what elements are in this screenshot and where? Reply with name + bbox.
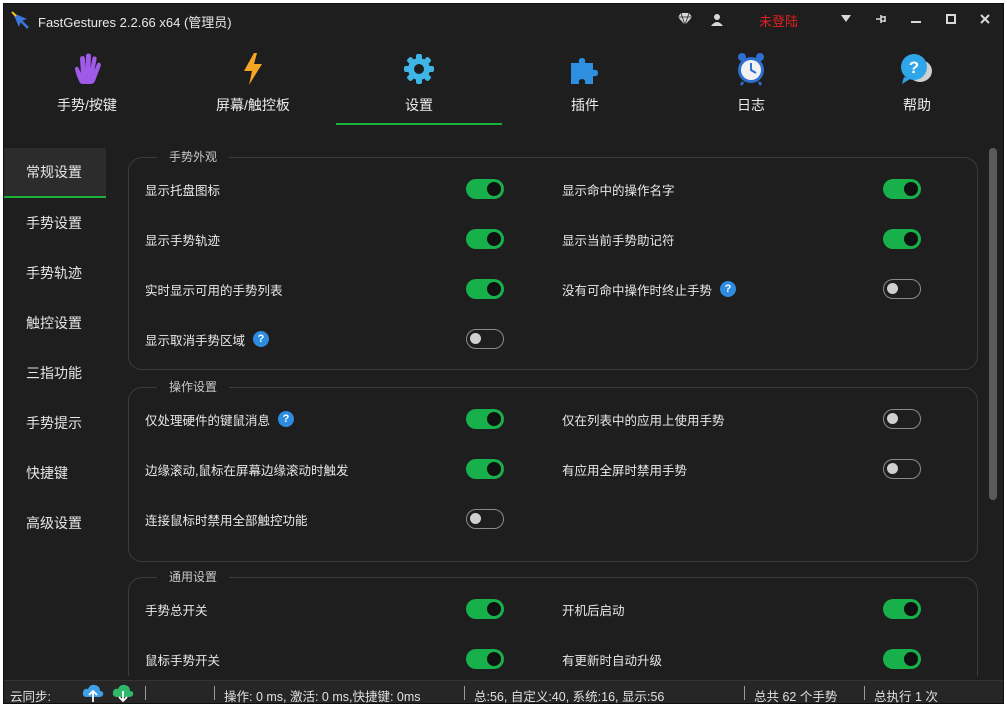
- setting-label: 仅处理硬件的键鼠消息?: [145, 409, 295, 429]
- divider: [864, 686, 865, 700]
- tab-label: 帮助: [903, 97, 931, 113]
- tab-label: 手势/按键: [57, 97, 117, 113]
- app-window: FastGestures 2.2.66 x64 (管理员) 未登陆 手势/按键 …: [3, 3, 1004, 704]
- setting-label: 鼠标手势开关: [145, 653, 221, 668]
- tab-label: 插件: [571, 97, 599, 113]
- group-title: 操作设置: [157, 379, 230, 395]
- scrollbar[interactable]: [989, 148, 997, 500]
- sidebar-item-hotkeys[interactable]: 快捷键: [4, 448, 106, 498]
- cloud-sync-label: 云同步:: [10, 690, 51, 704]
- toggle-switch[interactable]: [466, 409, 504, 429]
- toggle-switch[interactable]: [883, 599, 921, 619]
- sidebar-item-gesture-hints[interactable]: 手势提示: [4, 398, 106, 448]
- setting-label: 有应用全屏时禁用手势: [562, 463, 688, 478]
- setting-label: 显示托盘图标: [145, 183, 221, 198]
- toggle-switch[interactable]: [466, 509, 504, 529]
- divider: [464, 686, 465, 700]
- tab-label: 屏幕/触控板: [216, 97, 290, 113]
- setting-label: 显示手势轨迹: [145, 233, 221, 248]
- setting-label: 手势总开关: [145, 603, 208, 618]
- tab-gestures-keys[interactable]: 手势/按键: [4, 46, 170, 130]
- status-bar: 云同步: 操作: 0 ms, 激活: 0 ms,快捷键: 0ms 总:56, 自…: [4, 680, 1003, 704]
- tab-screen-touchpad[interactable]: 屏幕/触控板: [170, 46, 336, 130]
- toggle-switch[interactable]: [883, 279, 921, 299]
- dropdown-arrow-icon[interactable]: [835, 8, 857, 30]
- divider: [214, 686, 215, 700]
- hand-icon: [69, 51, 105, 87]
- toggle-switch[interactable]: [883, 179, 921, 199]
- app-logo-icon: [11, 11, 29, 29]
- help-icon[interactable]: ?: [253, 331, 270, 347]
- active-tab-indicator: [336, 123, 502, 125]
- cloud-upload-icon[interactable]: [82, 683, 104, 703]
- help-icon[interactable]: ?: [278, 411, 295, 427]
- toggle-switch[interactable]: [883, 409, 921, 429]
- app-title: FastGestures 2.2.66 x64 (管理员): [38, 15, 232, 30]
- alarm-clock-icon: [733, 51, 769, 87]
- sidebar-item-advanced[interactable]: 高级设置: [4, 498, 106, 548]
- toggle-switch[interactable]: [466, 649, 504, 669]
- help-bubble-icon: ?: [899, 51, 935, 87]
- toggle-switch[interactable]: [466, 229, 504, 249]
- tab-label: 日志: [737, 97, 765, 113]
- toggle-switch[interactable]: [883, 649, 921, 669]
- operation-timing: 操作: 0 ms, 激活: 0 ms,快捷键: 0ms: [224, 690, 421, 704]
- setting-label: 连接鼠标时禁用全部触控功能: [145, 513, 308, 528]
- setting-label: 有更新时自动升级: [562, 653, 663, 668]
- toggle-switch[interactable]: [466, 179, 504, 199]
- pin-icon[interactable]: [870, 8, 892, 30]
- total-executed: 总执行 1 次: [874, 690, 938, 704]
- tab-label: 设置: [405, 97, 433, 113]
- top-nav: 手势/按键 屏幕/触控板 设置 插件 日志 ? 帮助: [4, 46, 1003, 130]
- sidebar-item-general[interactable]: 常规设置: [4, 148, 106, 198]
- setting-label: 边缘滚动,鼠标在屏幕边缘滚动时触发: [145, 463, 349, 478]
- toggle-switch[interactable]: [466, 279, 504, 299]
- toggle-switch[interactable]: [466, 459, 504, 479]
- sidebar-item-touch-settings[interactable]: 触控设置: [4, 298, 106, 348]
- gesture-counts: 总:56, 自定义:40, 系统:16, 显示:56: [474, 690, 665, 704]
- sidebar-item-three-finger[interactable]: 三指功能: [4, 348, 106, 398]
- setting-label: 没有可命中操作时终止手势?: [562, 279, 737, 299]
- group-title: 通用设置: [157, 569, 230, 585]
- setting-label: 显示取消手势区域?: [145, 329, 270, 349]
- sidebar-item-gesture-settings[interactable]: 手势设置: [4, 198, 106, 248]
- maximize-icon[interactable]: [940, 8, 962, 30]
- gear-icon: [401, 51, 437, 87]
- tab-settings[interactable]: 设置: [336, 46, 502, 130]
- minimize-icon[interactable]: [905, 8, 927, 30]
- setting-label: 显示当前手势助记符: [562, 233, 675, 248]
- sidebar: 常规设置 手势设置 手势轨迹 触控设置 三指功能 手势提示 快捷键 高级设置: [4, 148, 106, 548]
- user-icon[interactable]: [706, 8, 728, 30]
- login-status[interactable]: 未登陆: [759, 11, 798, 30]
- divider: [744, 686, 745, 700]
- toggle-switch[interactable]: [883, 459, 921, 479]
- toggle-switch[interactable]: [883, 229, 921, 249]
- group-title: 手势外观: [157, 149, 230, 165]
- setting-label: 显示命中的操作名字: [562, 183, 675, 198]
- group-operation-settings: 操作设置 仅处理硬件的键鼠消息? 仅在列表中的应用上使用手势 边缘滚动,鼠标在屏…: [128, 379, 978, 562]
- tab-help[interactable]: ? 帮助: [834, 46, 1000, 130]
- settings-content: 手势外观 显示托盘图标 显示命中的操作名字 显示手势轨迹 显示当前手势助记符 实…: [128, 148, 980, 676]
- help-icon[interactable]: ?: [720, 281, 737, 297]
- setting-label: 开机后启动: [562, 603, 625, 618]
- lightning-icon: [235, 51, 271, 87]
- close-icon[interactable]: [974, 8, 996, 30]
- title-bar: FastGestures 2.2.66 x64 (管理员) 未登陆: [4, 4, 1003, 34]
- toggle-switch[interactable]: [466, 599, 504, 619]
- tab-logs[interactable]: 日志: [668, 46, 834, 130]
- tab-plugins[interactable]: 插件: [502, 46, 668, 130]
- setting-label: 仅在列表中的应用上使用手势: [562, 413, 725, 428]
- svg-text:?: ?: [909, 58, 919, 77]
- group-general-settings: 通用设置 手势总开关 开机后启动 鼠标手势开关 有更新时自动升级: [128, 569, 978, 676]
- toggle-switch[interactable]: [466, 329, 504, 349]
- cloud-download-icon[interactable]: [112, 683, 134, 703]
- sidebar-item-gesture-trail[interactable]: 手势轨迹: [4, 248, 106, 298]
- divider: [145, 686, 146, 700]
- setting-label: 实时显示可用的手势列表: [145, 283, 283, 298]
- total-gestures: 总共 62 个手势: [754, 690, 838, 704]
- group-gesture-appearance: 手势外观 显示托盘图标 显示命中的操作名字 显示手势轨迹 显示当前手势助记符 实…: [128, 149, 978, 370]
- puzzle-icon: [567, 51, 603, 87]
- diamond-icon[interactable]: [674, 8, 696, 30]
